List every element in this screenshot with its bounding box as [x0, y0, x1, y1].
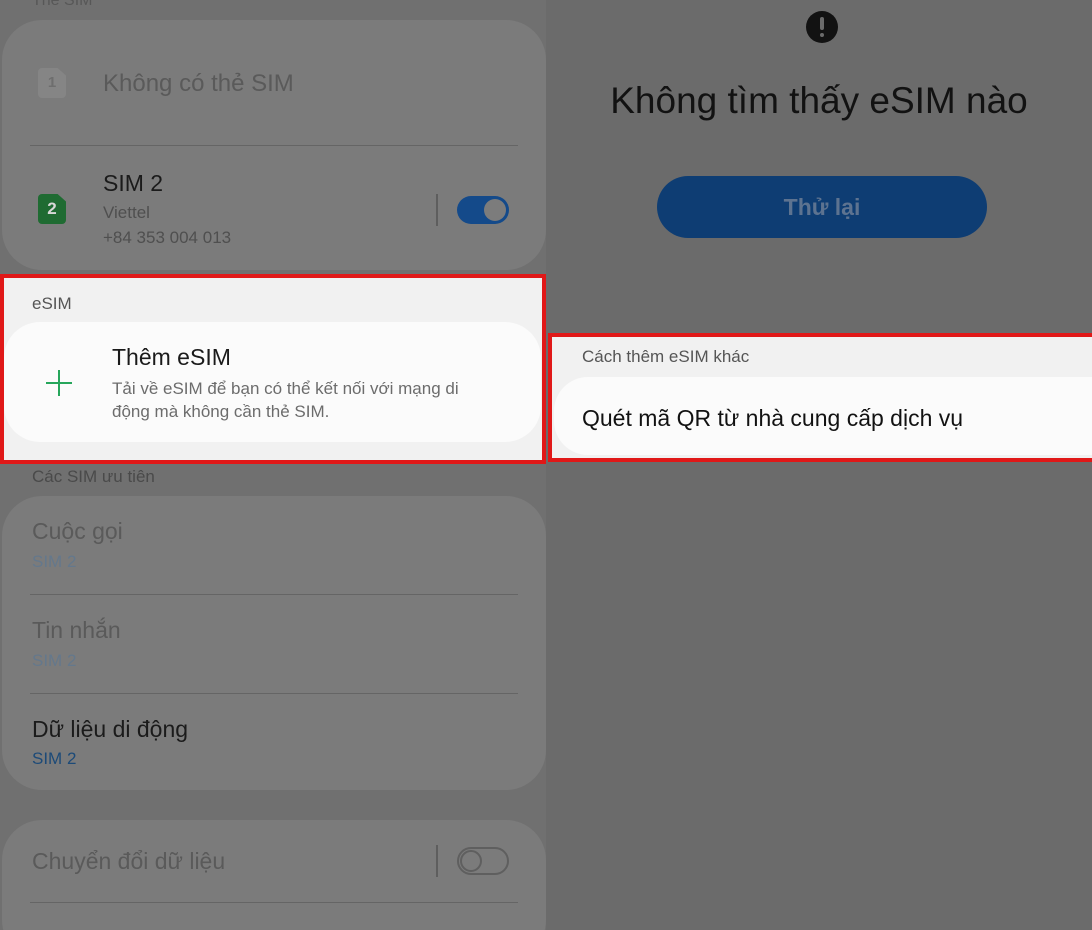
sim2-badge-icon: 2 — [38, 194, 66, 224]
sim1-badge-icon: 1 — [38, 68, 66, 98]
pref-messages-value: SIM 2 — [32, 651, 77, 670]
sim2-name: SIM 2 — [103, 170, 164, 196]
pref-mobile-data-value: SIM 2 — [32, 749, 77, 768]
data-switch-card: Chuyển đổi dữ liệu — [2, 820, 546, 930]
divider — [30, 902, 518, 903]
pref-calls-row[interactable]: Cuộc gọi SIM 2 — [2, 496, 546, 594]
highlight-box-qr — [548, 333, 1092, 462]
pref-mobile-data-row[interactable]: Dữ liệu di động SIM 2 — [2, 694, 546, 790]
sim2-number: +84 353 004 013 — [103, 228, 232, 247]
data-switch-label: Chuyển đổi dữ liệu — [32, 848, 226, 874]
pref-calls-value: SIM 2 — [32, 552, 77, 571]
sim1-label: Không có thẻ SIM — [103, 70, 294, 97]
toggle-separator — [436, 194, 438, 226]
preferred-card: Cuộc gọi SIM 2 Tin nhắn SIM 2 Dữ liệu di… — [2, 496, 546, 790]
sim1-row[interactable]: 1 Không có thẻ SIM — [2, 50, 546, 120]
esim-search-pane: Không tìm thấy eSIM nào Thử lại Cách thê… — [546, 0, 1092, 930]
toggle-knob — [460, 850, 482, 872]
preferred-section-label: Các SIM ưu tiên — [32, 467, 155, 486]
data-switch-row[interactable]: Chuyển đổi dữ liệu — [2, 820, 546, 902]
sim2-row[interactable]: 2 SIM 2 Viettel +84 353 004 013 — [2, 160, 546, 260]
toggle-separator — [436, 845, 438, 877]
pref-messages-title: Tin nhắn — [32, 617, 121, 643]
highlight-box-esim — [0, 274, 546, 464]
sim-section-label: Thẻ SIM — [32, 0, 93, 9]
divider — [30, 145, 518, 146]
sim2-toggle[interactable] — [457, 196, 509, 224]
sim-manager-pane: Thẻ SIM 1 Không có thẻ SIM 2 SIM 2 Viett… — [0, 0, 546, 930]
toggle-knob — [484, 199, 506, 221]
retry-button-label: Thử lại — [783, 194, 861, 220]
pref-messages-row[interactable]: Tin nhắn SIM 2 — [2, 595, 546, 693]
pref-calls-title: Cuộc gọi — [32, 518, 123, 544]
sim-card-group: 1 Không có thẻ SIM 2 SIM 2 Viettel +84 3… — [2, 20, 546, 270]
no-esim-title: Không tìm thấy eSIM nào — [610, 80, 1028, 121]
exclamation-icon — [806, 11, 838, 43]
sim2-carrier: Viettel — [103, 203, 150, 222]
pref-mobile-data-title: Dữ liệu di động — [32, 716, 189, 742]
data-switch-toggle[interactable] — [457, 847, 509, 875]
retry-button[interactable]: Thử lại — [657, 176, 987, 238]
